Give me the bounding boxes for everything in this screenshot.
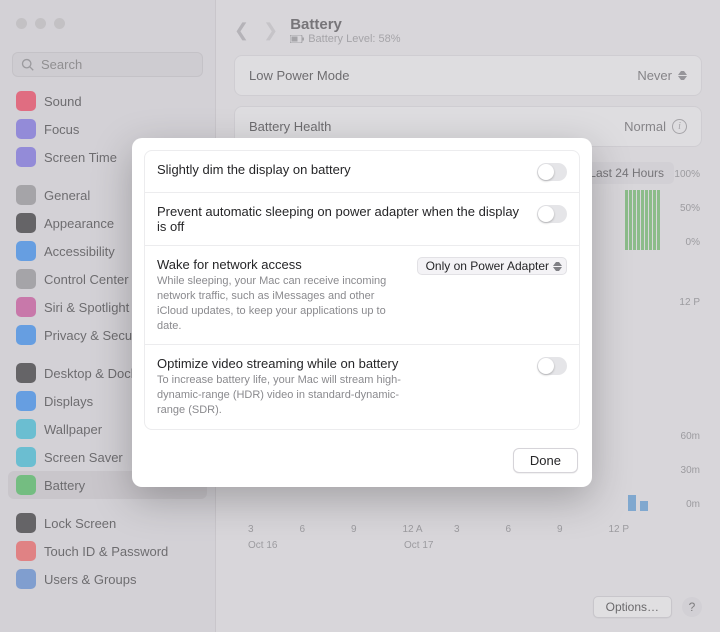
setting-title: Wake for network access	[157, 257, 403, 272]
setting-description: To increase battery life, your Mac will …	[157, 373, 407, 418]
setting-title: Prevent automatic sleeping on power adap…	[157, 204, 523, 234]
setting-title: Slightly dim the display on battery	[157, 162, 523, 177]
up-down-icon	[553, 259, 562, 273]
select-value: Only on Power Adapter	[426, 259, 549, 273]
toggle-switch[interactable]	[537, 205, 567, 223]
setting-description: While sleeping, your Mac can receive inc…	[157, 274, 403, 333]
modal-row: Optimize video streaming while on batter…	[145, 344, 579, 429]
select-dropdown[interactable]: Only on Power Adapter	[417, 257, 567, 275]
modal-row: Wake for network access While sleeping, y…	[145, 245, 579, 344]
toggle-switch[interactable]	[537, 163, 567, 181]
modal-row: Prevent automatic sleeping on power adap…	[145, 192, 579, 245]
modal-settings-group: Slightly dim the display on battery Preve…	[144, 150, 580, 430]
setting-title: Optimize video streaming while on batter…	[157, 356, 523, 371]
modal-row: Slightly dim the display on battery	[145, 151, 579, 192]
toggle-switch[interactable]	[537, 357, 567, 375]
done-button[interactable]: Done	[513, 448, 578, 473]
battery-options-modal: Slightly dim the display on battery Preve…	[132, 138, 592, 487]
